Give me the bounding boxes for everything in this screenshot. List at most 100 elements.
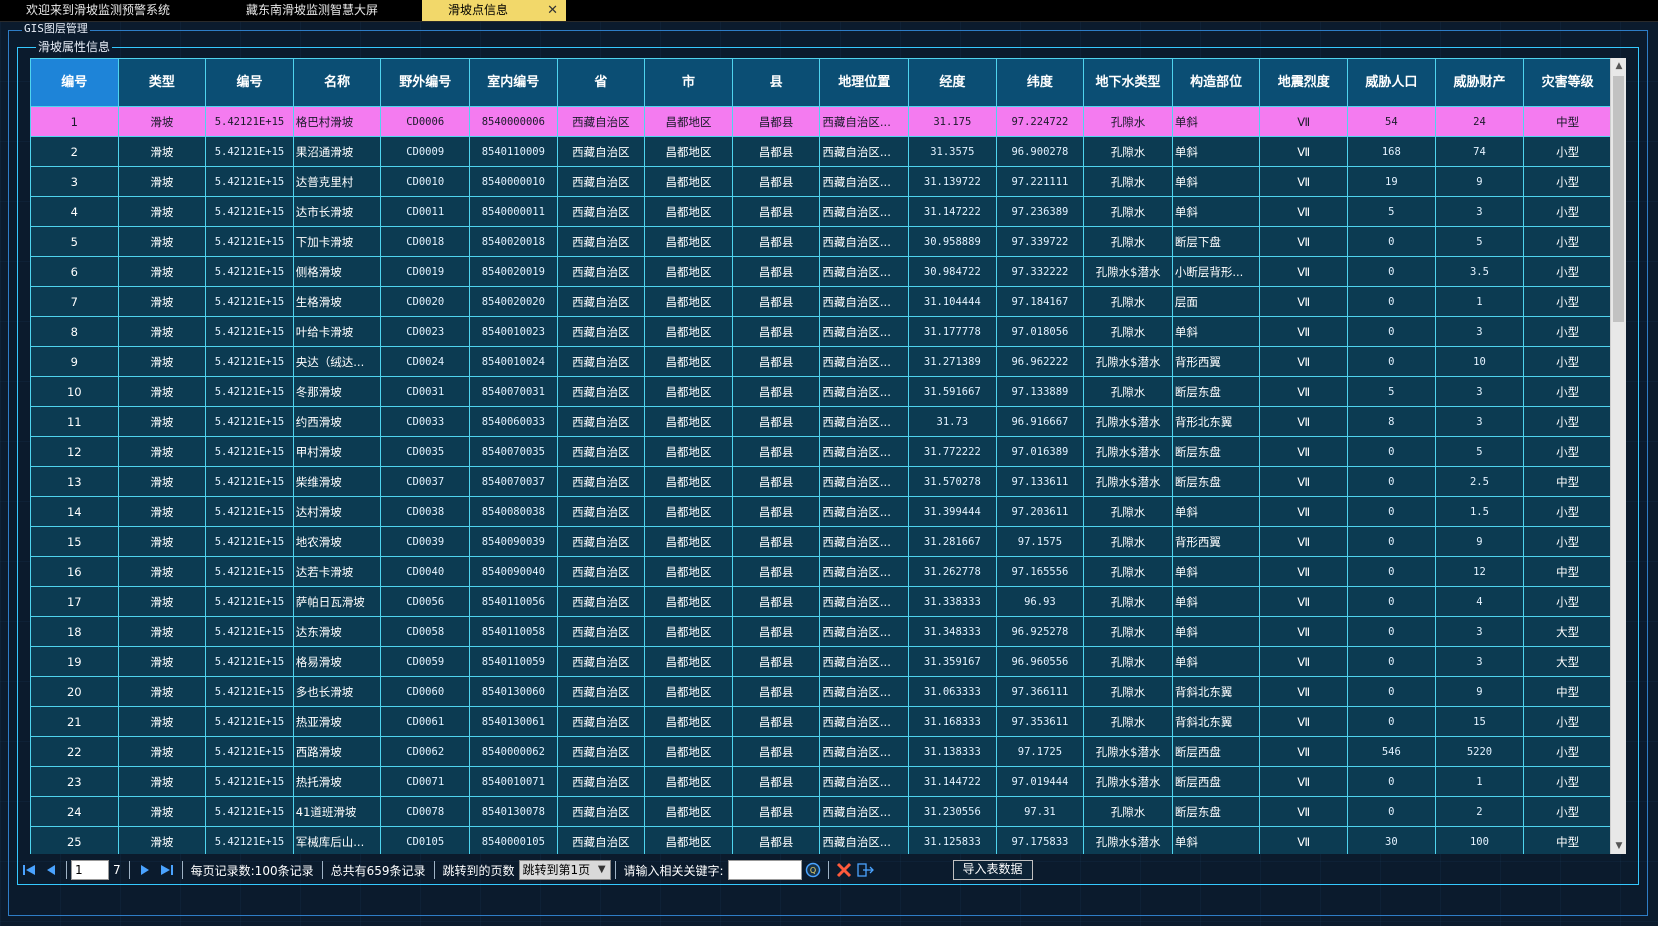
table-cell[interactable]: CD0071	[380, 766, 471, 797]
table-row[interactable]: 7 滑坡 5.42121E+15 生格滑坡 CD0020 8540020020 西藏自治区昌…	[30, 286, 1612, 317]
table-cell[interactable]: 单斜	[1171, 316, 1261, 347]
prev-page-icon[interactable]	[40, 860, 62, 880]
table-cell[interactable]: CD0018	[380, 226, 471, 257]
column-header[interactable]: 室内编号	[469, 58, 558, 107]
table-cell[interactable]: 5.42121E+15	[205, 586, 294, 617]
table-cell[interactable]: 96.93	[995, 586, 1085, 617]
table-cell[interactable]: 滑坡	[117, 646, 207, 677]
table-cell[interactable]: 97.018056	[995, 316, 1085, 347]
table-cell[interactable]: 31.168333	[908, 706, 997, 737]
table-cell[interactable]: 5.42121E+15	[205, 766, 294, 797]
table-cell[interactable]: 昌都地区	[644, 376, 733, 407]
table-cell[interactable]: 22	[30, 736, 119, 767]
table-cell[interactable]: 孔隙水	[1083, 646, 1173, 677]
table-cell[interactable]: 31.138333	[908, 736, 997, 767]
table-cell[interactable]: 西藏自治区...	[819, 196, 910, 227]
table-cell[interactable]: 西藏自治区...	[819, 766, 910, 797]
table-cell[interactable]: 97.353611	[995, 706, 1085, 737]
table-cell[interactable]: 5.42121E+15	[205, 826, 294, 854]
table-cell[interactable]: 滑坡	[117, 766, 207, 797]
table-cell[interactable]: 31.125833	[908, 826, 997, 854]
table-cell[interactable]: 24	[30, 796, 119, 827]
table-cell[interactable]: 孔隙水	[1083, 166, 1173, 197]
table-cell[interactable]: 8540010024	[469, 346, 558, 377]
tab-welcome[interactable]: 欢迎来到滑坡监测预警系统	[0, 0, 220, 21]
table-cell[interactable]: 1	[1434, 766, 1525, 797]
table-cell[interactable]: 孔隙水	[1083, 376, 1173, 407]
table-cell[interactable]: 4	[1434, 586, 1525, 617]
table-cell[interactable]: 西藏自治区	[556, 826, 646, 854]
table-cell[interactable]: 1.5	[1434, 496, 1525, 527]
table-cell[interactable]: 西藏自治区...	[819, 226, 910, 257]
table-cell[interactable]: 达市长滑坡	[292, 196, 382, 227]
table-cell[interactable]: 8540090040	[469, 556, 558, 587]
table-cell[interactable]: 昌都县	[731, 796, 821, 827]
table-cell[interactable]: 3	[1434, 196, 1525, 227]
table-cell[interactable]: 西藏自治区	[556, 106, 646, 137]
table-cell[interactable]: 小型	[1523, 286, 1612, 317]
table-cell[interactable]: 5.42121E+15	[205, 166, 294, 197]
table-cell[interactable]: 0	[1347, 706, 1436, 737]
import-data-button[interactable]: 导入表数据	[952, 860, 1033, 880]
column-header[interactable]: 地理位置	[819, 58, 910, 107]
table-cell[interactable]: 背斜北东翼	[1171, 706, 1261, 737]
table-cell[interactable]: 97.1575	[995, 526, 1085, 557]
table-cell[interactable]: 31.262778	[908, 556, 997, 587]
jump-page-select[interactable]: 跳转到第1页 ▼	[518, 860, 611, 880]
table-cell[interactable]: 19	[1347, 166, 1436, 197]
table-cell[interactable]: 昌都地区	[644, 136, 733, 167]
table-cell[interactable]: 31.772222	[908, 436, 997, 467]
table-cell[interactable]: 5.42121E+15	[205, 316, 294, 347]
table-cell[interactable]: 西藏自治区	[556, 736, 646, 767]
table-cell[interactable]: 孔隙水	[1083, 526, 1173, 557]
table-cell[interactable]: 25	[30, 826, 119, 854]
table-cell[interactable]: 18	[30, 616, 119, 647]
table-cell[interactable]: 昌都县	[731, 256, 821, 287]
table-cell[interactable]: 昌都县	[731, 676, 821, 707]
table-cell[interactable]: 0	[1347, 556, 1436, 587]
table-cell[interactable]: 西藏自治区...	[819, 646, 910, 677]
table-cell[interactable]: 西藏自治区	[556, 766, 646, 797]
table-cell[interactable]: 5220	[1434, 736, 1525, 767]
table-cell[interactable]: 14	[30, 496, 119, 527]
table-cell[interactable]: 孔隙水	[1083, 706, 1173, 737]
table-cell[interactable]: 5.42121E+15	[205, 796, 294, 827]
table-cell[interactable]: 小型	[1523, 196, 1612, 227]
table-cell[interactable]: 小型	[1523, 736, 1612, 767]
table-cell[interactable]: 侧格滑坡	[292, 256, 382, 287]
table-cell[interactable]: 西藏自治区	[556, 196, 646, 227]
data-grid[interactable]: 编号 类型 编号 名称 野外编号 室内编号省市县地理位置 经度 纬度 地下水类型 构造部位 地震烈度…	[30, 58, 1626, 854]
table-cell[interactable]: 昌都县	[731, 646, 821, 677]
table-cell[interactable]: Ⅶ	[1259, 286, 1349, 317]
table-cell[interactable]: 5.42121E+15	[205, 646, 294, 677]
table-cell[interactable]: Ⅶ	[1259, 226, 1349, 257]
table-cell[interactable]: 西藏自治区	[556, 676, 646, 707]
table-cell[interactable]: 中型	[1523, 556, 1612, 587]
table-cell[interactable]: 97.366111	[995, 676, 1085, 707]
table-cell[interactable]: 甲村滑坡	[292, 436, 382, 467]
table-cell[interactable]: 昌都地区	[644, 496, 733, 527]
table-cell[interactable]: 5.42121E+15	[205, 406, 294, 437]
column-header[interactable]: 名称	[292, 58, 382, 107]
table-cell[interactable]: 西藏自治区...	[819, 166, 910, 197]
table-cell[interactable]: 0	[1347, 346, 1436, 377]
table-cell[interactable]: 小断层背形...	[1171, 256, 1261, 287]
table-cell[interactable]: 1	[1434, 286, 1525, 317]
table-cell[interactable]: 8540110058	[469, 616, 558, 647]
table-cell[interactable]: 小型	[1523, 526, 1612, 557]
table-cell[interactable]: 单斜	[1171, 556, 1261, 587]
table-cell[interactable]: 31.147222	[908, 196, 997, 227]
table-cell[interactable]: 大型	[1523, 646, 1612, 677]
table-cell[interactable]: Ⅶ	[1259, 256, 1349, 287]
scroll-up-icon[interactable]: ▲	[1611, 58, 1627, 74]
table-cell[interactable]: 8540000011	[469, 196, 558, 227]
table-cell[interactable]: 5.42121E+15	[205, 286, 294, 317]
table-cell[interactable]: 中型	[1523, 466, 1612, 497]
table-cell[interactable]: CD0058	[380, 616, 471, 647]
table-cell[interactable]: 昌都地区	[644, 676, 733, 707]
table-cell[interactable]: 孔隙水	[1083, 106, 1173, 137]
table-cell[interactable]: 8540110059	[469, 646, 558, 677]
table-cell[interactable]: 西藏自治区...	[819, 526, 910, 557]
table-cell[interactable]: 小型	[1523, 376, 1612, 407]
next-page-icon[interactable]	[134, 860, 156, 880]
